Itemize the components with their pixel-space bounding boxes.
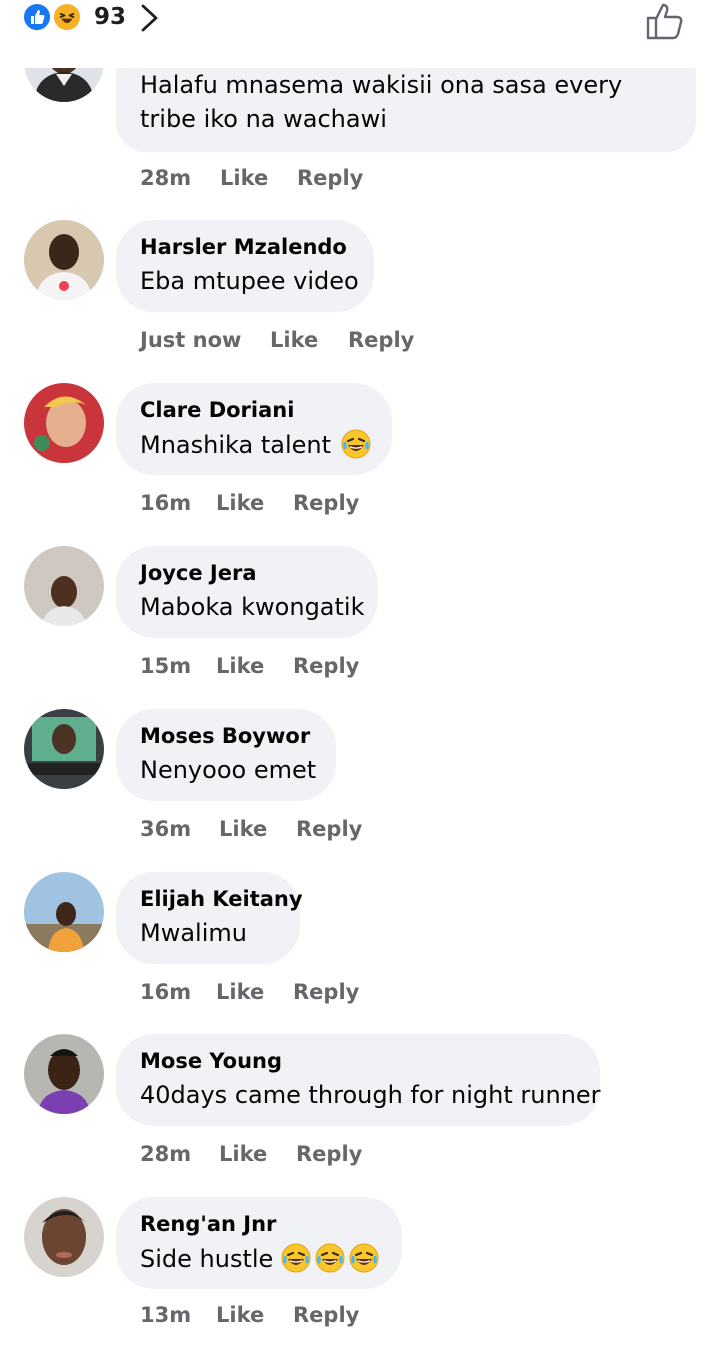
comment-time: 13m: [140, 1303, 192, 1327]
commenter-name[interactable]: Reng'an Jnr: [140, 1211, 376, 1237]
commenter-name[interactable]: Clare Doriani: [140, 397, 366, 423]
comment-time: 16m: [140, 491, 192, 515]
laughing-emoji-icon: [349, 1243, 379, 1273]
like-link[interactable]: Like: [216, 1303, 264, 1327]
comment-time: 16m: [140, 980, 192, 1004]
like-reaction-icon[interactable]: [22, 2, 52, 32]
commenter-name[interactable]: Joyce Jera: [140, 560, 352, 586]
commenter-name[interactable]: Harsler Mzalendo: [140, 234, 348, 260]
commenter-name[interactable]: Elijah Keitany: [140, 886, 303, 912]
like-link[interactable]: Like: [220, 166, 268, 190]
comment-text: 40days came through for night runner: [140, 1081, 601, 1109]
laughing-emoji-icon: [315, 1243, 345, 1273]
haha-reaction-icon[interactable]: [52, 2, 82, 32]
comment-bubble[interactable]: Clare Doriani Mnashika talent: [116, 383, 392, 475]
comment-time: 28m: [140, 1142, 192, 1166]
comment-bubble[interactable]: Mose Young 40days came through for night…: [116, 1034, 601, 1126]
avatar[interactable]: [24, 1197, 104, 1277]
avatar[interactable]: [24, 872, 104, 952]
laughing-emoji-icon: [341, 429, 371, 459]
comment-time: 36m: [140, 817, 192, 841]
reply-link[interactable]: Reply: [296, 1142, 362, 1166]
avatar[interactable]: [24, 1034, 104, 1114]
like-link[interactable]: Like: [216, 654, 264, 678]
avatar[interactable]: [24, 709, 104, 789]
comment-text: Eba mtupee video: [140, 267, 359, 295]
reply-link[interactable]: Reply: [293, 491, 359, 515]
reply-link[interactable]: Reply: [296, 817, 362, 841]
like-link[interactable]: Like: [219, 1142, 267, 1166]
like-link[interactable]: Like: [216, 491, 264, 515]
like-link[interactable]: Like: [219, 817, 267, 841]
reply-link[interactable]: Reply: [293, 1303, 359, 1327]
commenter-name[interactable]: Mose Young: [140, 1048, 574, 1074]
comment-bubble[interactable]: Moses Boywor Nenyooo emet: [116, 709, 336, 801]
thumbs-up-icon[interactable]: [643, 0, 689, 42]
commenter-name[interactable]: Moses Boywor: [140, 723, 310, 749]
comment-text: Maboka kwongatik: [140, 593, 365, 621]
comment-text: Halafu mnasema wakisii ona sasa every tr…: [140, 71, 623, 133]
avatar[interactable]: [24, 546, 104, 626]
comment-text: Mwalimu: [140, 919, 247, 947]
reply-link[interactable]: Reply: [348, 328, 414, 352]
comment-bubble[interactable]: Elijah Keitany Mwalimu: [116, 872, 303, 964]
comment-bubble[interactable]: Harsler Mzalendo Eba mtupee video: [116, 220, 374, 312]
comment-bubble[interactable]: Joyce Jera Maboka kwongatik: [116, 546, 378, 638]
reaction-count[interactable]: 93: [94, 2, 126, 32]
comment-text: Side hustle: [140, 1243, 376, 1274]
avatar[interactable]: [24, 220, 104, 300]
reply-link[interactable]: Reply: [297, 166, 363, 190]
comment-text: Mnashika talent: [140, 429, 366, 460]
comment-text: Nenyooo emet: [140, 756, 317, 784]
reply-link[interactable]: Reply: [293, 980, 359, 1004]
like-link[interactable]: Like: [270, 328, 318, 352]
reply-link[interactable]: Reply: [293, 654, 359, 678]
avatar[interactable]: [24, 383, 104, 463]
comment-time: 28m: [140, 166, 192, 190]
like-link[interactable]: Like: [216, 980, 264, 1004]
comment-time: 15m: [140, 654, 192, 678]
reactions-header: 93: [0, 0, 720, 40]
laughing-emoji-icon: [281, 1243, 311, 1273]
comment-bubble[interactable]: Reng'an Jnr Side hustle: [116, 1197, 402, 1289]
comment-time: Just now: [140, 328, 242, 352]
chevron-right-icon[interactable]: [138, 2, 162, 34]
